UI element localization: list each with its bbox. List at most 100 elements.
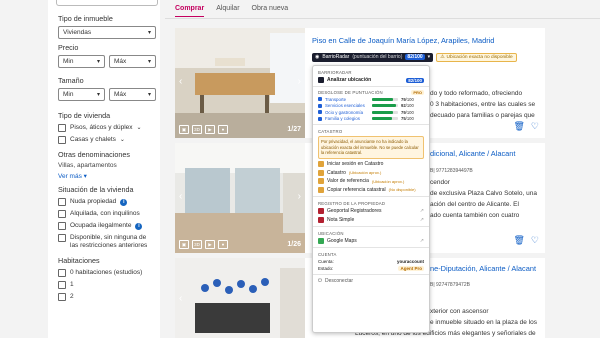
- checkbox-alquilada[interactable]: Alquilada, con inquilinos: [58, 210, 156, 218]
- listing-photo[interactable]: ‹ › ▣ 3D ▶ ● 1/27: [175, 28, 305, 138]
- checkbox-box[interactable]: [58, 281, 66, 289]
- map-pin-icon[interactable]: ●: [218, 240, 228, 249]
- section-cuenta: CUENTA: [318, 252, 337, 257]
- catastro-item[interactable]: Iniciar sesión en Catastro: [318, 161, 424, 167]
- external-link-icon: ↗: [419, 216, 424, 223]
- barrioradar-button[interactable]: ◉ BarrioRadar (puntuación del barrio) 82…: [312, 52, 434, 62]
- metric-bar: [372, 104, 398, 107]
- description-line: de exclusiva Plaza Calvo Sotelo, una: [430, 190, 537, 197]
- 3d-icon[interactable]: 3D: [192, 125, 202, 134]
- divider: [313, 195, 429, 197]
- checkbox-box[interactable]: [58, 234, 66, 242]
- listing-title[interactable]: dicional, Alicante / Alacant: [430, 149, 515, 158]
- checkbox-ocupada[interactable]: Ocupada ilegalmente i: [58, 222, 156, 230]
- tab-alquilar[interactable]: Alquilar: [216, 3, 239, 17]
- coins-icon: [318, 178, 324, 184]
- next-photo-icon[interactable]: ›: [298, 191, 301, 202]
- listing-photo[interactable]: ‹: [175, 258, 305, 338]
- registradores-icon: [318, 216, 324, 223]
- info-icon[interactable]: i: [120, 198, 128, 206]
- photo-count: 1/27: [287, 126, 301, 133]
- metric-value-unit: /100: [405, 109, 414, 115]
- checkbox-nuda[interactable]: Nuda propiedad i: [58, 198, 156, 206]
- image-icon[interactable]: ▣: [179, 125, 189, 134]
- checkbox-box[interactable]: [58, 124, 66, 132]
- divider: [313, 225, 429, 227]
- checkbox-2-hab[interactable]: 2: [58, 293, 156, 301]
- listing-title[interactable]: Piso en Calle de Joaquín María López, Ar…: [312, 36, 494, 45]
- checkbox-box[interactable]: [58, 210, 66, 218]
- desconectar-button[interactable]: ⏻ Desconectar: [318, 278, 424, 284]
- prev-photo-icon[interactable]: ‹: [179, 76, 182, 87]
- metric-label: Transporte: [325, 96, 347, 102]
- google-maps-item[interactable]: Google Maps ↗: [318, 238, 424, 244]
- trash-icon[interactable]: 🗑: [513, 235, 524, 246]
- catastro-item[interactable]: Valor de referencia (Ubicación aprox.): [318, 178, 424, 184]
- metric-value-unit: /100: [405, 96, 414, 102]
- analizar-label: Analizar ubicación: [327, 77, 372, 83]
- listing-title[interactable]: ne-Diputación, Alicante / Alacant: [430, 264, 536, 273]
- tamano-max-select[interactable]: Máx ▾: [109, 88, 156, 101]
- video-icon[interactable]: ▶: [205, 240, 215, 249]
- analizar-ubicacion-item[interactable]: Analizar ubicación 82/100: [318, 77, 424, 83]
- catastro-item[interactable]: Copiar referencia catastral (No disponibl…: [318, 186, 424, 193]
- tipo-inmueble-select[interactable]: Viviendas ▾: [58, 26, 156, 39]
- checkbox-1-hab[interactable]: 1: [58, 281, 156, 289]
- operation-tabs: Comprar Alquilar Obra nueva: [175, 3, 288, 17]
- metric-icon: [318, 116, 322, 121]
- checkbox-box[interactable]: [58, 136, 66, 144]
- tab-comprar[interactable]: Comprar: [175, 3, 205, 17]
- chevron-down-icon[interactable]: ⌄: [137, 124, 142, 132]
- description-line: do y todo reformado, ofreciendo: [430, 90, 523, 97]
- prev-photo-icon[interactable]: ‹: [179, 191, 182, 202]
- checkbox-casas[interactable]: Casas y chalets ⌄: [58, 136, 156, 144]
- checkbox-box[interactable]: [58, 222, 66, 230]
- checkbox-box[interactable]: [58, 269, 66, 277]
- heart-icon[interactable]: ♡: [531, 121, 539, 132]
- catastro-note: Por privacidad, el anunciante no ha indi…: [318, 136, 424, 159]
- checkbox-label: Nuda propiedad: [70, 198, 117, 205]
- map-pin-icon[interactable]: ●: [218, 125, 228, 134]
- chevron-down-icon: ▾: [96, 59, 100, 65]
- next-photo-icon[interactable]: ›: [298, 76, 301, 87]
- description-line: cendor: [430, 179, 450, 186]
- heart-icon[interactable]: ♡: [531, 235, 539, 246]
- checkbox-disponible[interactable]: Disponible, sin ninguna de las restricci…: [58, 234, 156, 250]
- tamano-min-select[interactable]: Min ▾: [58, 88, 105, 101]
- checkbox-estudios[interactable]: 0 habitaciones (estudios): [58, 269, 156, 277]
- precio-max-value: Máx: [114, 58, 127, 65]
- precio-max-select[interactable]: Máx ▾: [109, 55, 156, 68]
- info-icon[interactable]: i: [135, 222, 143, 230]
- video-icon[interactable]: ▶: [205, 125, 215, 134]
- chevron-down-icon: ▾: [83, 173, 87, 180]
- chevron-down-icon[interactable]: ⌄: [120, 136, 125, 144]
- tab-obra-nueva[interactable]: Obra nueva: [252, 3, 289, 17]
- listing-photo[interactable]: ‹ › ▣ 3D ▶ ● 1/26: [175, 143, 305, 253]
- checkbox-pisos[interactable]: Pisos, áticos y dúplex ⌄: [58, 124, 156, 132]
- estado-label: Estado:: [318, 265, 334, 271]
- tamano-min-value: Min: [63, 91, 74, 98]
- prev-photo-icon[interactable]: ‹: [179, 293, 182, 304]
- checkbox-box[interactable]: [58, 293, 66, 301]
- geoportal-item[interactable]: Geoportal Registradores ↗: [318, 208, 424, 214]
- checkbox-label: Casas y chalets: [70, 136, 116, 143]
- divider: [313, 273, 429, 275]
- copy-icon: [318, 186, 324, 193]
- image-icon[interactable]: ▣: [179, 240, 189, 249]
- catastro-list: Iniciar sesión en Catastro Catastro (Ubica…: [313, 161, 429, 193]
- trash-icon[interactable]: 🗑: [513, 121, 524, 132]
- divider: [313, 124, 429, 125]
- section-catastro: CATASTRO: [318, 129, 343, 134]
- precio-min-select[interactable]: Min ▾: [58, 55, 105, 68]
- catastro-item[interactable]: Catastro (Ubicación aprox.): [318, 169, 424, 176]
- situacion-label: Situación de la vivienda: [58, 185, 134, 194]
- listing-actions: 🗑 ♡: [513, 121, 539, 132]
- nota-simple-item[interactable]: Nota Simple ↗: [318, 216, 424, 223]
- ver-mas-link[interactable]: Ver más ▾: [58, 172, 156, 180]
- cuenta-value: youraccount: [396, 259, 424, 264]
- checkbox-label: Ocupada ilegalmente: [70, 222, 132, 229]
- tamano-label: Tamaño: [58, 76, 84, 85]
- description-line: decuado para familias o parejas que: [430, 112, 535, 119]
- 3d-icon[interactable]: 3D: [192, 240, 202, 249]
- checkbox-box[interactable]: [58, 198, 66, 206]
